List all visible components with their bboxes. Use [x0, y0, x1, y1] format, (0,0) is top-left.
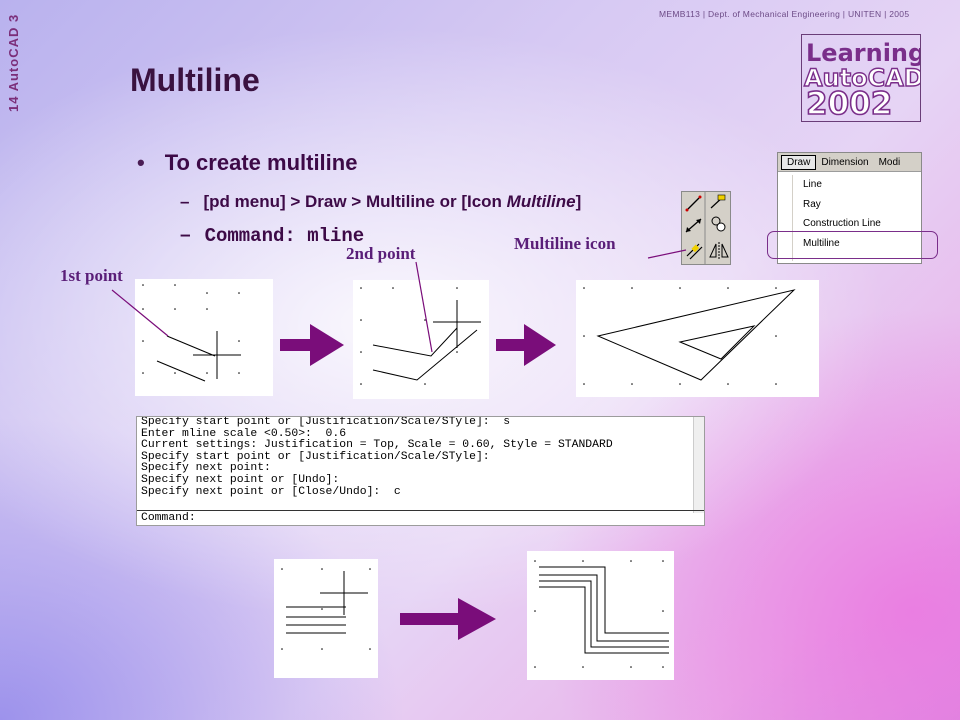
- command-history-line: Specify next point or [Close/Undo]: c: [141, 485, 401, 498]
- dash-marker: –: [180, 225, 191, 246]
- menu-item-ray[interactable]: Ray: [793, 195, 917, 215]
- eraser-tool-icon: [710, 194, 726, 209]
- second-point-label: 2nd point: [346, 244, 416, 263]
- course-header: MEMB113 | Dept. of Mechanical Engineerin…: [659, 9, 910, 19]
- drawing-step-1: [135, 279, 273, 396]
- bullet-text: To create multiline: [164, 150, 358, 175]
- multiline-highlight-ring: [767, 231, 938, 259]
- learning-autocad-logo: Learning AutoCAD 2002: [801, 34, 921, 122]
- side-slide-label: 14 AutoCAD 3: [6, 13, 21, 112]
- command-scrollbar[interactable]: [693, 417, 704, 513]
- first-point-label: 1st point: [60, 266, 123, 285]
- sub-bullet-command: – Command: mline: [180, 225, 364, 247]
- bullet-dot: •: [137, 150, 145, 175]
- menu-item-line[interactable]: Line: [793, 175, 917, 195]
- logo-line-3: 2002: [806, 86, 892, 121]
- drawing-step-2: [353, 280, 489, 399]
- command-history-line: Specify next point or [Undo]:: [141, 473, 340, 486]
- drawing-step-3: [576, 280, 819, 397]
- menu-path-suffix: ]: [575, 192, 582, 211]
- arrow-step-2-to-3: [496, 324, 556, 366]
- dash-marker: –: [180, 192, 190, 211]
- mirror-tool-icon: [709, 242, 729, 260]
- line-tool-icon: [685, 195, 702, 212]
- arrow-step-1-to-2: [280, 324, 344, 366]
- multiline-icon-label: Multiline icon: [514, 234, 616, 253]
- draw-toolbar-strip: [681, 191, 731, 265]
- sub-bullet-menu-path: – [pd menu] > Draw > Multiline or [Icon M…: [180, 192, 581, 212]
- multiline-style-before: [274, 559, 378, 678]
- menu-bar-draw[interactable]: Draw: [781, 154, 817, 170]
- arrow-style-example: [400, 598, 496, 640]
- copy-object-icon: [711, 216, 726, 232]
- logo-line-1: Learning: [806, 39, 920, 67]
- multiline-tool-icon: [686, 243, 703, 260]
- menu-bar: Draw Dimension Modi: [778, 153, 921, 172]
- menu-path-text: [pd menu] > Draw > Multiline or [Icon: [203, 192, 507, 211]
- construction-line-icon: [685, 218, 702, 233]
- command-prompt-input[interactable]: Command:: [137, 510, 704, 525]
- command-history-line: Specify start point or [Justification/Sc…: [141, 416, 511, 428]
- menu-bar-dimension[interactable]: Dimension: [816, 157, 873, 168]
- slide-title: Multiline: [130, 62, 260, 98]
- menu-bar-modify[interactable]: Modi: [874, 157, 906, 168]
- command-line-window: Specify start point or [Justification/Sc…: [136, 416, 705, 526]
- multiline-style-after: [527, 551, 674, 680]
- bullet-item: • To create multiline: [137, 150, 357, 176]
- command-text: Command: mline: [204, 225, 365, 247]
- menu-path-italic: Multiline: [506, 192, 576, 211]
